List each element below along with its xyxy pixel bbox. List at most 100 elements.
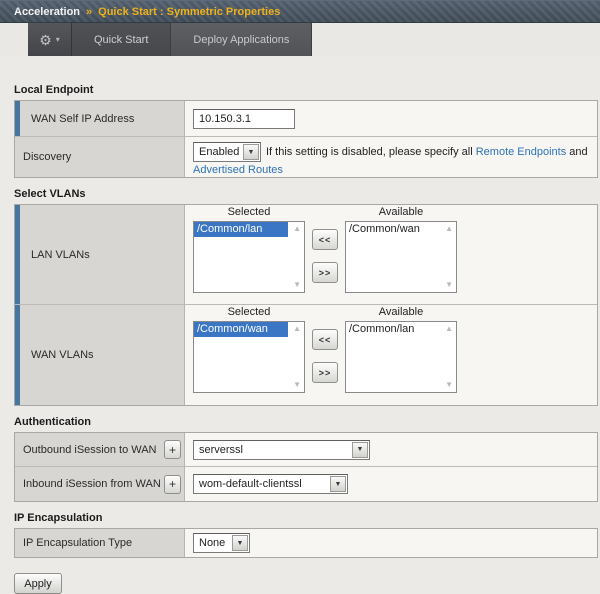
breadcrumb-separator: » [86, 6, 92, 18]
scrollbar-down-icon[interactable]: ▼ [445, 381, 453, 389]
ip-encapsulation-type-select[interactable]: None▼ [193, 533, 250, 553]
inbound-isession-label: Inbound iSession from WAN [23, 478, 161, 490]
required-indicator [15, 205, 20, 304]
list-item[interactable]: /Common/lan [346, 322, 440, 337]
breadcrumb-section-link[interactable]: Acceleration [14, 6, 80, 18]
required-indicator [15, 305, 20, 405]
outbound-isession-add-button[interactable]: + [164, 440, 181, 459]
wan-move-buttons: << >> [312, 329, 338, 383]
select-arrow-icon: ▼ [352, 442, 368, 458]
tab-deploy-applications-label: Deploy Applications [193, 34, 289, 46]
tab-bar: ⚙ ▾ Quick Start Deploy Applications [0, 23, 600, 56]
lan-vlans-label: LAN VLANs [31, 249, 90, 261]
table-row: Inbound iSession from WAN + wom-default-… [15, 467, 597, 501]
scrollbar-up-icon[interactable]: ▲ [445, 225, 453, 233]
apply-button[interactable]: Apply [14, 573, 62, 594]
inbound-isession-add-button[interactable]: + [164, 475, 181, 494]
inbound-isession-select[interactable]: wom-default-clientssl▼ [193, 474, 348, 494]
wan-vlans-value-cell: Selected /Common/wan ▲ ▼ << >> Available… [185, 305, 597, 405]
available-header: Available [379, 305, 423, 321]
wan-selected-column: Selected /Common/wan ▲ ▼ [193, 305, 305, 393]
table-row: Discovery Enabled▼ If this setting is dis… [15, 137, 597, 177]
discovery-select-value: Enabled [194, 144, 243, 160]
inbound-isession-select-value: wom-default-clientssl [194, 478, 330, 490]
table-row: IP Encapsulation Type None▼ [15, 529, 597, 557]
available-header: Available [379, 205, 423, 221]
authentication-table: Outbound iSession to WAN + serverssl▼ In… [14, 432, 598, 502]
tab-deploy-applications[interactable]: Deploy Applications [171, 23, 312, 56]
section-title-select-vlans: Select VLANs [14, 188, 600, 200]
scrollbar-down-icon[interactable]: ▼ [445, 281, 453, 289]
select-arrow-icon: ▼ [243, 144, 259, 160]
wan-self-ip-label-cell: WAN Self IP Address [15, 101, 185, 136]
wan-available-column: Available /Common/lan ▲ ▼ [345, 305, 457, 393]
lan-move-right-button[interactable]: >> [312, 262, 338, 283]
scrollbar-up-icon[interactable]: ▲ [293, 325, 301, 333]
section-title-local-endpoint: Local Endpoint [14, 84, 600, 96]
scrollbar-up-icon[interactable]: ▲ [293, 225, 301, 233]
scrollbar-down-icon[interactable]: ▼ [293, 281, 301, 289]
tab-quick-start-label: Quick Start [94, 34, 148, 46]
lan-vlans-value-cell: Selected /Common/lan ▲ ▼ << >> Available… [185, 205, 597, 304]
discovery-label-cell: Discovery [15, 137, 185, 177]
wan-move-right-button[interactable]: >> [312, 362, 338, 383]
wan-self-ip-label: WAN Self IP Address [31, 113, 134, 125]
wan-available-listbox[interactable]: /Common/lan ▲ ▼ [345, 321, 457, 393]
inbound-isession-label-cell: Inbound iSession from WAN + [15, 467, 185, 501]
outbound-isession-value-cell: serverssl▼ [185, 433, 597, 466]
lan-available-listbox[interactable]: /Common/wan ▲ ▼ [345, 221, 457, 293]
lan-move-buttons: << >> [312, 229, 338, 283]
table-row: WAN VLANs Selected /Common/wan ▲ ▼ << >>… [15, 305, 597, 405]
ip-encapsulation-type-label-cell: IP Encapsulation Type [15, 529, 185, 557]
wan-self-ip-value-cell [185, 101, 597, 136]
discovery-select[interactable]: Enabled▼ [193, 142, 261, 162]
page-title: Quick Start : Symmetric Properties [98, 6, 280, 18]
select-arrow-icon: ▼ [330, 476, 346, 492]
section-title-authentication: Authentication [14, 416, 600, 428]
remote-endpoints-link[interactable]: Remote Endpoints [476, 146, 567, 158]
list-item[interactable]: /Common/wan [194, 322, 288, 337]
ip-encapsulation-type-select-value: None [194, 537, 232, 549]
breadcrumb: Acceleration » Quick Start : Symmetric P… [0, 0, 600, 23]
table-row: LAN VLANs Selected /Common/lan ▲ ▼ << >>… [15, 205, 597, 305]
lan-selected-listbox[interactable]: /Common/lan ▲ ▼ [193, 221, 305, 293]
local-endpoint-table: WAN Self IP Address Discovery Enabled▼ If… [14, 100, 598, 178]
wan-vlans-label: WAN VLANs [31, 349, 94, 361]
advertised-routes-link[interactable]: Advertised Routes [193, 164, 283, 176]
gear-icon: ⚙ [39, 33, 52, 47]
select-arrow-icon: ▼ [232, 535, 248, 551]
discovery-label: Discovery [23, 151, 71, 163]
table-row: WAN Self IP Address [15, 101, 597, 137]
lan-available-column: Available /Common/wan ▲ ▼ [345, 205, 457, 293]
chevron-down-icon: ▾ [56, 36, 60, 44]
lan-move-left-button[interactable]: << [312, 229, 338, 250]
gear-menu-button[interactable]: ⚙ ▾ [28, 23, 72, 56]
lan-selected-column: Selected /Common/lan ▲ ▼ [193, 205, 305, 293]
lan-vlans-label-cell: LAN VLANs [15, 205, 185, 304]
outbound-isession-label: Outbound iSession to WAN [23, 444, 157, 456]
tab-quick-start[interactable]: Quick Start [72, 23, 171, 56]
ip-encapsulation-type-label: IP Encapsulation Type [23, 537, 132, 549]
discovery-value-cell: Enabled▼ If this setting is disabled, ple… [185, 137, 597, 177]
discovery-help-conjunction: and [569, 146, 587, 158]
outbound-isession-label-cell: Outbound iSession to WAN + [15, 433, 185, 466]
scrollbar-up-icon[interactable]: ▲ [445, 325, 453, 333]
section-title-ip-encapsulation: IP Encapsulation [14, 512, 600, 524]
required-indicator [15, 101, 20, 136]
ip-encapsulation-table: IP Encapsulation Type None▼ [14, 528, 598, 558]
discovery-help-text: If this setting is disabled, please spec… [266, 146, 473, 158]
wan-vlans-label-cell: WAN VLANs [15, 305, 185, 405]
list-item[interactable]: /Common/wan [346, 222, 440, 237]
inbound-isession-value-cell: wom-default-clientssl▼ [185, 467, 597, 501]
outbound-isession-select[interactable]: serverssl▼ [193, 440, 370, 460]
selected-header: Selected [228, 305, 271, 321]
list-item[interactable]: /Common/lan [194, 222, 288, 237]
scrollbar-down-icon[interactable]: ▼ [293, 381, 301, 389]
wan-move-left-button[interactable]: << [312, 329, 338, 350]
ip-encapsulation-type-value-cell: None▼ [185, 529, 597, 557]
outbound-isession-select-value: serverssl [194, 444, 352, 456]
table-row: Outbound iSession to WAN + serverssl▼ [15, 433, 597, 467]
wan-self-ip-input[interactable] [193, 109, 295, 129]
main-content: Local Endpoint WAN Self IP Address Disco… [0, 56, 600, 594]
wan-selected-listbox[interactable]: /Common/wan ▲ ▼ [193, 321, 305, 393]
